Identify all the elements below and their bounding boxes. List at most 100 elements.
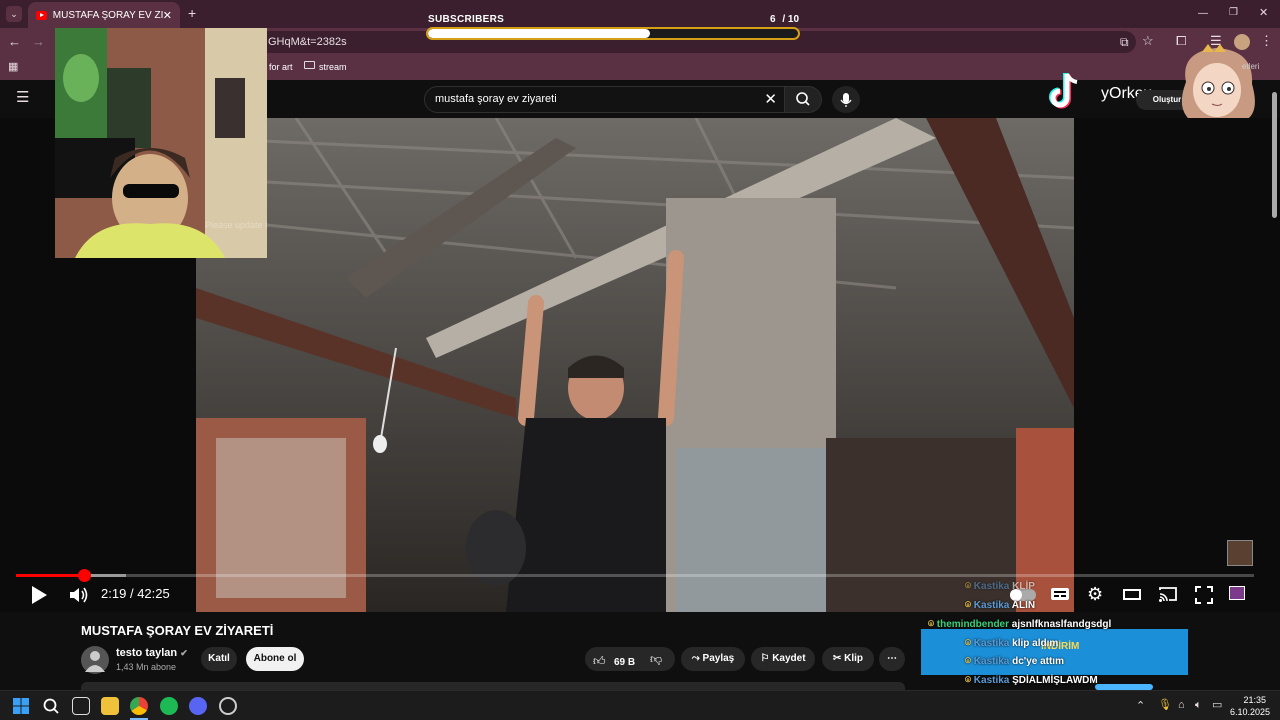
obs-icon[interactable] xyxy=(219,697,237,715)
verified-badge-icon: ✔ xyxy=(180,648,188,658)
tiktok-logo-icon xyxy=(1049,70,1085,112)
save-button[interactable]: ⚐ Kaydet xyxy=(751,647,815,671)
chat-user: Kastika xyxy=(973,656,1010,667)
scissors-icon: ✂ xyxy=(832,653,842,664)
tray-chevron-icon[interactable]: ⌃ xyxy=(1136,699,1145,713)
settings-gear-icon[interactable]: ⚙ xyxy=(1087,584,1103,605)
share-label: Paylaş xyxy=(702,653,735,664)
video-title: MUSTAFA ŞORAY EV ZİYARETİ xyxy=(81,623,274,638)
subscribers-target: / 10 xyxy=(782,14,800,25)
bookmark-star-icon[interactable]: ☆ xyxy=(1142,34,1154,48)
maximize-icon[interactable]: ❐ xyxy=(1229,6,1238,20)
cast-button[interactable] xyxy=(1158,586,1178,607)
hamburger-menu-icon[interactable]: ☰ xyxy=(16,90,29,105)
video-frame[interactable] xyxy=(196,118,1074,612)
webcam-overlay-text: Please update to latest Plus Plus xyxy=(205,220,267,230)
bookmark-for-art[interactable]: for art xyxy=(269,62,293,72)
scrubber-handle[interactable] xyxy=(78,569,91,582)
bookmark-stream[interactable]: stream xyxy=(319,62,347,72)
subscribers-goal-label: SUBSCRIBERS xyxy=(428,14,505,25)
chat-text: dc'ye attım xyxy=(1012,656,1064,667)
clock-time: 21:35 xyxy=(1243,695,1266,705)
subtitles-button[interactable] xyxy=(1050,586,1070,606)
back-icon[interactable]: ← xyxy=(8,35,21,49)
chat-message: ⌾ themindbender ajsnlfknaslfandgsdgl xyxy=(928,619,1112,630)
youtube-favicon-icon xyxy=(36,10,47,20)
duration: 42:25 xyxy=(137,586,170,601)
clear-search-icon[interactable]: ✕ xyxy=(764,87,777,112)
chrome-icon[interactable] xyxy=(130,697,148,715)
clip-label: Klip xyxy=(844,653,864,664)
chat-user: Kastika xyxy=(973,675,1010,686)
clip-button[interactable]: ✂ Klip xyxy=(822,647,874,671)
windows-start-icon[interactable] xyxy=(12,697,30,715)
time-separator: / xyxy=(129,586,134,601)
current-time: 2:19 xyxy=(101,586,127,601)
like-button[interactable]: 👍︎ 69 B xyxy=(593,652,635,670)
join-button[interactable]: Katıl xyxy=(201,647,237,671)
chat-overlay-icon[interactable] xyxy=(1229,586,1245,600)
clock[interactable]: 21:35 6.10.2025 xyxy=(1230,694,1270,718)
like-count: 69 B xyxy=(614,657,636,668)
battery-icon[interactable]: ▭ xyxy=(1212,698,1222,712)
chat-text: ALIN xyxy=(1011,600,1036,611)
minimize-icon[interactable]: — xyxy=(1198,7,1208,21)
chat-message: ⌾ Kastika klip aldım xyxy=(965,638,1059,649)
speaker-icon[interactable]: 🔈︎ xyxy=(1195,698,1202,712)
chat-message: ⌾ Kastika ALIN xyxy=(965,600,1036,611)
channel-name[interactable]: testo taylan ✔ xyxy=(116,647,188,659)
new-tab-icon[interactable]: + xyxy=(188,6,196,20)
channel-avatar[interactable] xyxy=(81,646,109,674)
search-input[interactable]: mustafa şoray ev ziyareti ✕ xyxy=(424,86,788,113)
task-view-icon[interactable] xyxy=(72,697,90,715)
fullscreen-button[interactable] xyxy=(1195,586,1213,609)
play-button[interactable] xyxy=(30,585,48,610)
page-scrollbar[interactable] xyxy=(1272,92,1277,218)
mic-tray-icon[interactable]: 🎙︎ xyxy=(1158,698,1172,712)
progress-track[interactable] xyxy=(16,574,1254,577)
file-explorer-icon[interactable] xyxy=(101,697,119,715)
tab-title: MUSTAFA ŞORAY EV ZİYARETİ xyxy=(52,9,163,21)
voice-search-button[interactable] xyxy=(832,86,860,113)
save-label: Kaydet xyxy=(772,653,806,664)
window-close-icon[interactable]: ✕ xyxy=(1259,6,1268,20)
chat-text: KLİP xyxy=(1012,581,1035,592)
tab-search-chevron-icon[interactable]: ⌄ xyxy=(6,6,22,22)
chat-user: Kastika xyxy=(973,581,1010,592)
search-icon xyxy=(796,92,810,106)
browser-tab-active[interactable]: MUSTAFA ŞORAY EV ZİYARETİ ✕ xyxy=(28,2,180,28)
cast-icon xyxy=(1159,587,1177,602)
subscribe-button[interactable]: Abone ol xyxy=(246,647,304,671)
channel-watermark[interactable] xyxy=(1227,540,1253,566)
spotify-icon[interactable] xyxy=(160,697,178,715)
install-app-icon[interactable]: ⧉ xyxy=(1120,35,1129,49)
thumbs-down-icon[interactable]: 👎︎ xyxy=(650,652,662,667)
search-button[interactable] xyxy=(784,86,822,113)
chat-message: ⌾ Kastika ŞDİALMİŞLAWDM xyxy=(965,675,1098,686)
chat-user: Kastika xyxy=(973,638,1010,649)
progress-played xyxy=(16,574,84,577)
theater-mode-icon[interactable] xyxy=(1123,589,1141,600)
chat-text: klip aldım xyxy=(1012,638,1059,649)
tab-close-icon[interactable]: ✕ xyxy=(163,9,172,22)
windows-taskbar: ⌃ 🎙︎ ⌂ 🔈︎ ▭ 21:35 6.10.2025 xyxy=(0,690,1280,720)
microphone-icon xyxy=(840,93,852,107)
share-button[interactable]: ⤳ Paylaş xyxy=(681,647,745,671)
description-box[interactable] xyxy=(81,682,905,690)
subscriber-count: 1,43 Mn abone xyxy=(116,662,177,672)
network-icon[interactable]: ⌂ xyxy=(1178,698,1185,712)
play-icon xyxy=(32,586,47,604)
fullscreen-icon xyxy=(1195,586,1213,604)
more-actions-icon[interactable]: ⋯ xyxy=(879,647,905,671)
volume-button[interactable] xyxy=(69,586,89,609)
forward-icon[interactable]: → xyxy=(32,35,45,49)
apps-grid-icon[interactable]: ▦ xyxy=(8,60,18,74)
volume-icon xyxy=(70,587,88,603)
time-display: 2:19 / 42:25 xyxy=(101,586,170,601)
discord-icon[interactable] xyxy=(189,697,207,715)
player-letterbox-right xyxy=(1074,118,1280,612)
subscribers-progress-fill xyxy=(428,29,650,38)
chat-text: ajsnlfknaslfandgsdgl xyxy=(1011,619,1112,630)
search-icon[interactable] xyxy=(42,697,60,715)
share-icon: ⤳ xyxy=(691,653,700,664)
